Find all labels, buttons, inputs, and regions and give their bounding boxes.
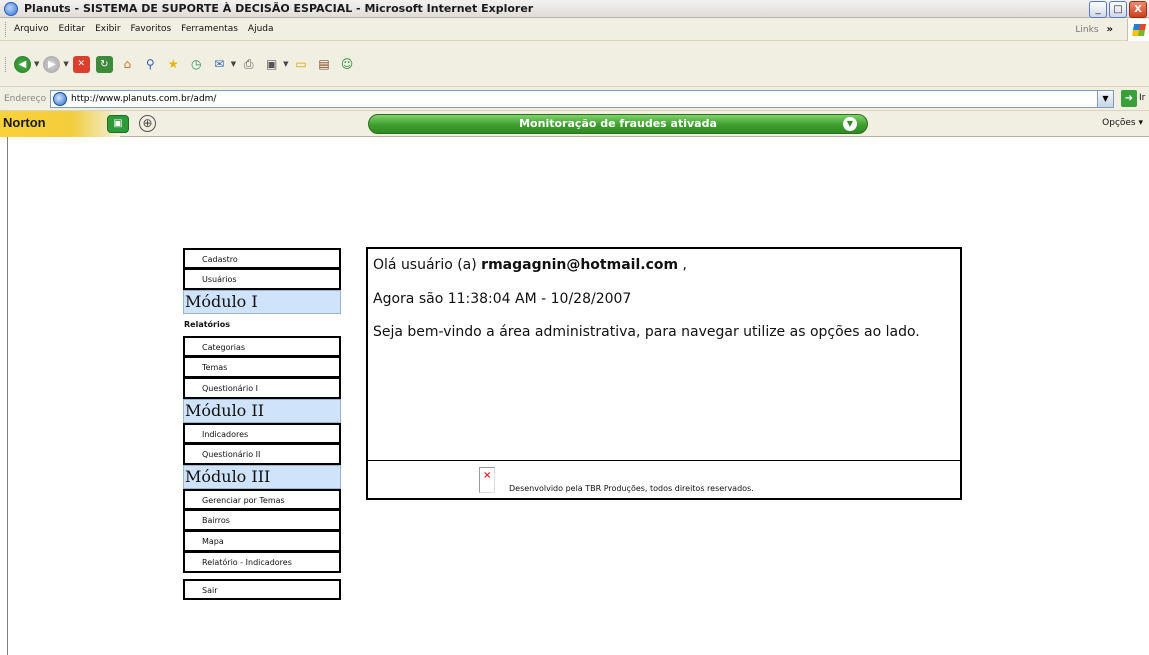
norton-logo: Norton [0,111,120,137]
menu-relatorio-indicadores[interactable]: Relatório - Indicadores [183,552,341,573]
back-icon[interactable]: ◀ [14,55,31,73]
norton-computer-icon[interactable]: ▣ [107,115,129,133]
go-arrow-icon[interactable]: ➜ [1121,90,1137,107]
menu-cadastro[interactable]: Cadastro [183,248,341,269]
stop-icon[interactable]: ✕ [72,55,90,73]
refresh-icon[interactable]: ↻ [95,55,113,73]
forward-dropdown-icon[interactable]: ▼ [63,60,68,68]
norton-globe-icon[interactable]: ⊕ [139,115,156,132]
module-2-header: Módulo II [183,399,341,423]
menu-sair[interactable]: Sair [183,579,341,600]
broken-image-icon: × [479,467,495,493]
toolbar-grip[interactable] [5,56,8,72]
chevron-down-icon[interactable]: ▼ [843,117,857,131]
fraud-monitoring-button[interactable]: Monitoração de fraudes ativada ▼ [368,114,868,134]
menu-editar[interactable]: Editar [58,24,85,34]
section-relatorios: Relatórios [184,320,230,329]
go-button[interactable]: Ir [1139,93,1145,103]
norton-logo-text: Norton [3,115,46,130]
history-icon[interactable]: ◷ [188,56,205,73]
menu-arquivo[interactable]: Arquivo [14,24,48,34]
toolbar-buttons: ◀ ▼ ▶ ▼ ✕ ↻ ⌂ ⚲ ★ ◷ ✉ ▼ ⎙ ▣ ▼ ▭ ▤ ☺ [0,44,362,84]
greeting-line: Olá usuário (a) rmagagnin@hotmail.com , [373,255,955,275]
viewport-border [7,137,8,655]
welcome-message: Seja bem-vindo a área administrativa, pa… [373,324,920,340]
menu-mapa[interactable]: Mapa [183,531,341,552]
greeting-suffix: , [678,257,687,273]
mail-icon[interactable]: ✉ [211,56,228,73]
admin-side-menu: Cadastro Usuários Módulo I Relatórios Ca… [183,248,341,600]
address-dropdown-icon[interactable]: ▼ [1097,91,1113,107]
module-1-header: Módulo I [183,290,341,314]
address-field[interactable]: http://www.planuts.com.br/adm/ ▼ [50,90,1114,108]
menu-indicadores[interactable]: Indicadores [183,423,341,444]
welcome-panel-footer: × Desenvolvido pela TBR Produções, todos… [368,462,960,498]
toolbar-grip[interactable] [5,21,8,37]
menu-questionario-2[interactable]: Questionário II [183,444,341,465]
ie-icon [4,1,18,16]
standard-toolbar: ◀ ▼ ▶ ▼ ✕ ↻ ⌂ ⚲ ★ ◷ ✉ ▼ ⎙ ▣ ▼ ▭ ▤ ☺ [0,41,1149,87]
search-icon[interactable]: ⚲ [142,56,159,73]
window-controls: _ □ X [1089,1,1147,18]
menu-questionario-1[interactable]: Questionário I [183,378,341,399]
favorites-icon[interactable]: ★ [165,56,182,73]
footer-credits: Desenvolvido pela TBR Produções, todos d… [509,484,754,493]
forward-icon[interactable]: ▶ [43,55,61,73]
menu-favoritos[interactable]: Favoritos [131,24,172,34]
close-button[interactable]: X [1129,1,1147,18]
window-title: Planuts - SISTEMA DE SUPORTE À DECISÃO E… [24,2,534,15]
maximize-button[interactable]: □ [1109,1,1127,18]
messenger-icon[interactable]: ☺ [339,56,356,73]
edit-dropdown-icon[interactable]: ▼ [283,60,288,68]
user-email: rmagagnin@hotmail.com [481,257,679,273]
menu-exibir[interactable]: Exibir [95,24,120,34]
page-favicon-icon [53,92,67,106]
links-chevron-icon[interactable]: » [1107,24,1113,35]
windows-logo-icon [1127,18,1149,41]
menu-bar: Arquivo Editar Exibir Favoritos Ferramen… [0,18,1149,41]
window-titlebar[interactable]: Planuts - SISTEMA DE SUPORTE À DECISÃO E… [0,0,1149,18]
home-icon[interactable]: ⌂ [119,56,136,73]
welcome-panel: Olá usuário (a) rmagagnin@hotmail.com , … [366,247,962,500]
menu-ferramentas[interactable]: Ferramentas [181,24,238,34]
links-label[interactable]: Links [1075,25,1098,35]
back-dropdown-icon[interactable]: ▼ [34,60,39,68]
menu-gerenciar-temas[interactable]: Gerenciar por Temas [183,489,341,510]
fraud-monitoring-label: Monitoração de fraudes ativada [519,117,717,130]
greeting-prefix: Olá usuário (a) [373,257,482,273]
edit-icon[interactable]: ▣ [263,56,280,73]
address-url[interactable]: http://www.planuts.com.br/adm/ [71,94,216,104]
discuss-icon[interactable]: ▭ [293,56,310,73]
norton-toolbar: Norton ▣ ⊕ Monitoração de fraudes ativad… [0,111,1149,137]
menu-bairros[interactable]: Bairros [183,510,341,531]
research-icon[interactable]: ▤ [316,56,333,73]
welcome-panel-body: Olá usuário (a) rmagagnin@hotmail.com , … [368,249,960,461]
minimize-button[interactable]: _ [1089,1,1107,18]
module-3-header: Módulo III [183,465,341,489]
links-area: Links » [1075,18,1149,41]
menu-usuarios[interactable]: Usuários [183,269,341,290]
current-datetime: Agora são 11:38:04 AM - 10/28/2007 [373,291,632,307]
address-bar: Endereço http://www.planuts.com.br/adm/ … [0,87,1149,111]
menu-ajuda[interactable]: Ajuda [248,24,274,34]
menu-temas[interactable]: Temas [183,357,341,378]
menu-categorias[interactable]: Categorias [183,336,341,357]
norton-options-menu[interactable]: Opções ▾ [1102,118,1143,128]
address-label: Endereço [4,93,47,104]
mail-dropdown-icon[interactable]: ▼ [231,60,236,68]
print-icon[interactable]: ⎙ [240,56,257,73]
